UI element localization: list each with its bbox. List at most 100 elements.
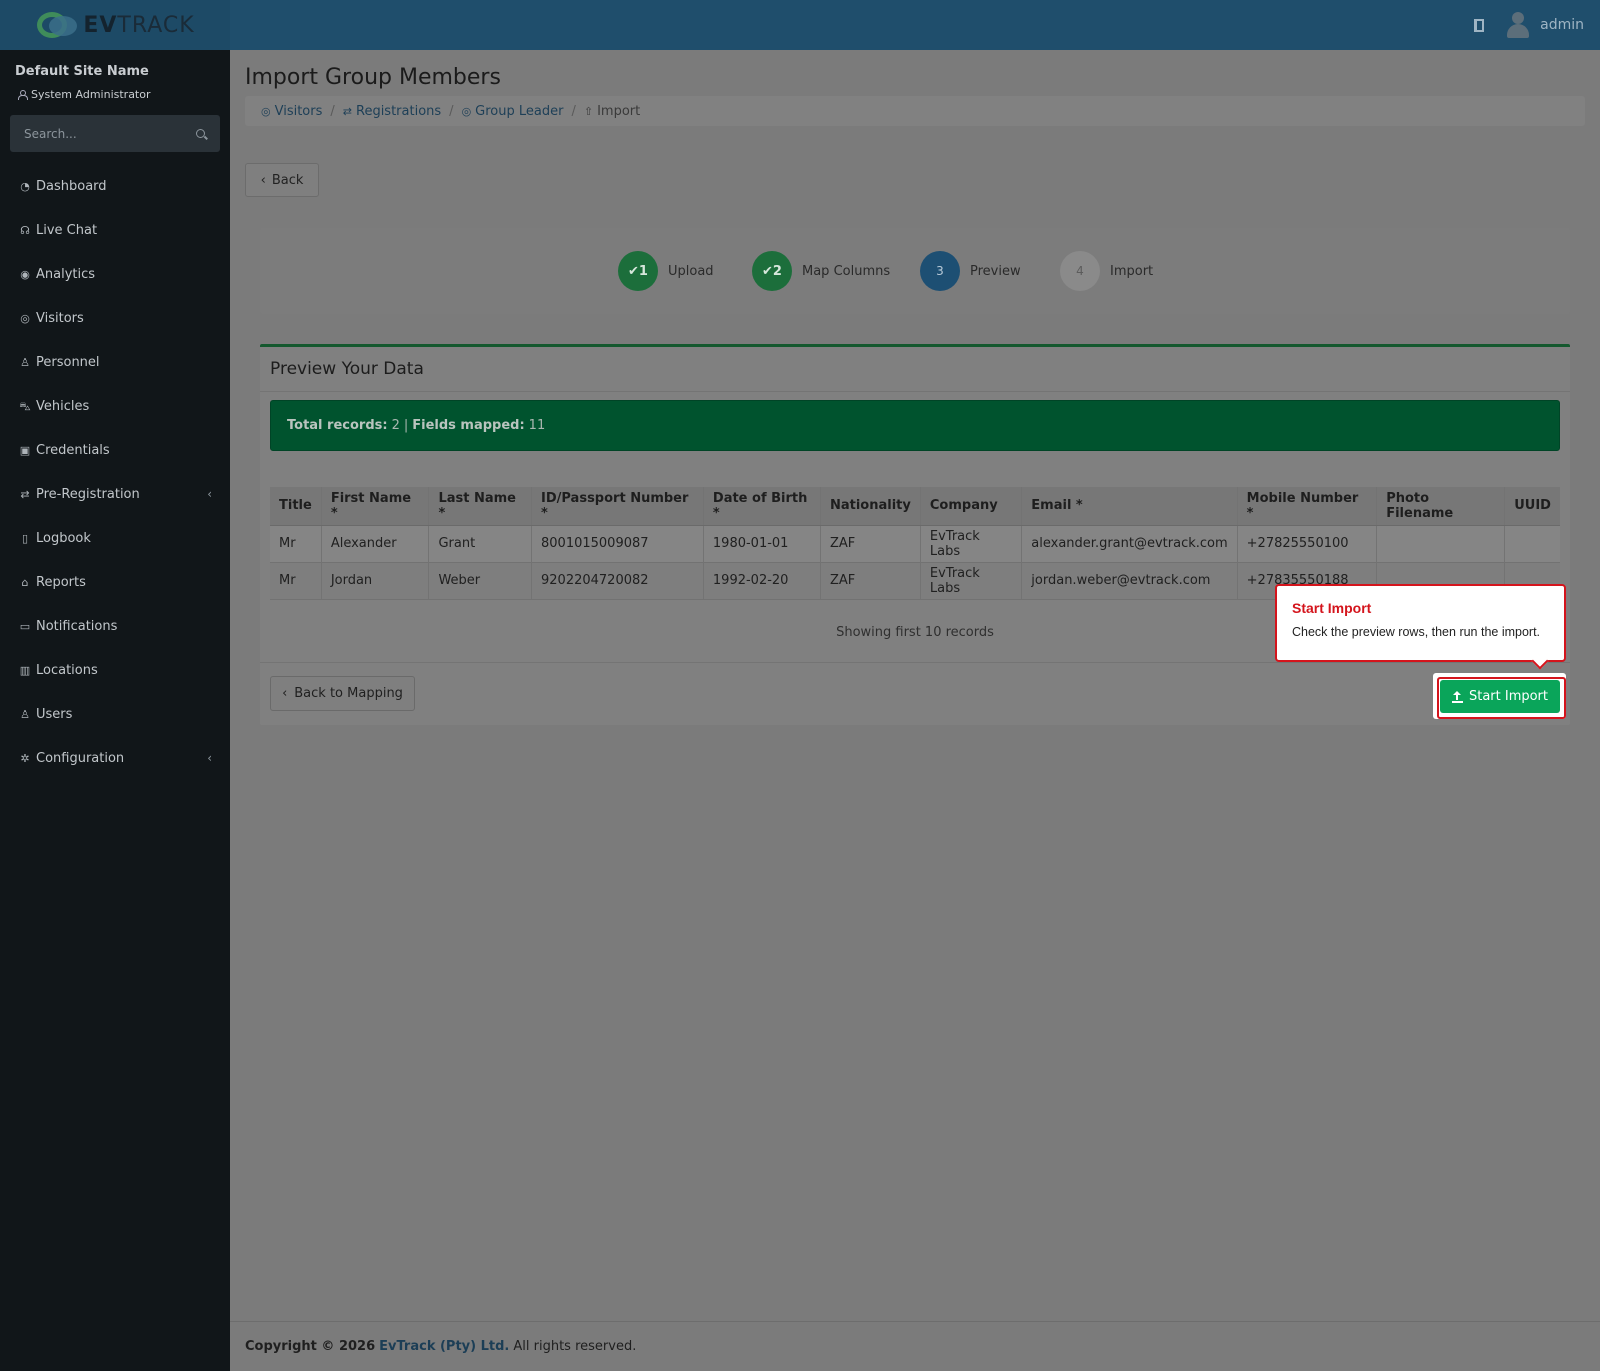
- rights-text: All rights reserved.: [513, 1339, 637, 1354]
- divider: [260, 662, 1570, 663]
- sidebar-item-locations[interactable]: ▥ Locations: [0, 648, 230, 692]
- headset-icon: ☊: [20, 223, 30, 237]
- wizard-step-upload: ✔ 1 Upload: [618, 250, 714, 292]
- sidebar-item-visitors[interactable]: ◎ Visitors: [0, 296, 230, 340]
- id-card-icon: ▣: [19, 443, 31, 457]
- site-name: Default Site Name: [15, 64, 149, 79]
- preview-table: Title First Name * Last Name * ID/Passpo…: [270, 487, 1560, 600]
- company-link[interactable]: EvTrack (Pty) Ltd.: [379, 1339, 509, 1354]
- chevron-left-icon: ‹: [207, 751, 212, 765]
- table-cell: 9202204720082: [531, 561, 704, 600]
- site-role: System Administrator: [18, 88, 151, 101]
- chevron-left-icon: ‹: [260, 172, 266, 188]
- column-header: UUID: [1504, 487, 1560, 526]
- wizard-step-preview: 3 Preview: [920, 250, 1021, 292]
- start-import-button[interactable]: Start Import: [1440, 680, 1560, 713]
- step-2-circle: ✔ 2: [752, 251, 792, 291]
- tooltip-title: Start Import: [1292, 600, 1372, 616]
- summary-alert: Total records: 2 | Fields mapped: 11: [270, 400, 1560, 451]
- column-header: ID/Passport Number *: [531, 487, 704, 526]
- column-header: Title: [270, 487, 322, 526]
- eye-icon: ◎: [261, 104, 271, 118]
- divider: [260, 391, 1570, 392]
- step-3-circle: 3: [920, 251, 960, 291]
- table-cell: EvTrack Labs: [919, 561, 1022, 600]
- sidebar-search: [10, 115, 220, 152]
- wizard-step-import: 4 Import: [1060, 250, 1153, 292]
- table-cell: jordan.weber@evtrack.com: [1021, 561, 1238, 600]
- table-cell: 1992-02-20: [702, 561, 821, 600]
- table-cell: Mr: [270, 524, 322, 562]
- copyright-text: Copyright © 2026: [245, 1339, 376, 1354]
- avatar: [1506, 12, 1530, 38]
- breadcrumb-registrations[interactable]: ⇄ Registrations: [343, 104, 441, 119]
- sidebar-item-pre-registration[interactable]: ⇄ Pre-Registration ‹: [0, 472, 230, 516]
- table-cell: alexander.grant@evtrack.com: [1021, 524, 1238, 562]
- comments-icon: ▭: [19, 619, 31, 633]
- table-cell: EvTrack Labs: [919, 524, 1022, 562]
- sidebar-item-vehicles[interactable]: ⛍ Vehicles: [0, 384, 230, 428]
- sidebar-item-logbook[interactable]: ▯ Logbook: [0, 516, 230, 560]
- breadcrumb-group-leader[interactable]: ◎ Group Leader: [462, 104, 564, 119]
- sidebar-item-analytics[interactable]: ◉ Analytics: [0, 252, 230, 296]
- table-cell: [1376, 524, 1505, 562]
- column-header: Company: [919, 487, 1022, 526]
- brand-logo[interactable]: EVTRACK: [0, 0, 230, 50]
- exchange-icon: ⇄: [20, 487, 30, 501]
- target-icon: ◉: [20, 267, 30, 281]
- back-to-mapping-button[interactable]: ‹ Back to Mapping: [270, 676, 415, 711]
- eye-icon: ◎: [20, 311, 30, 325]
- user-menu[interactable]: admin: [1506, 12, 1584, 38]
- table-cell: [1504, 524, 1560, 562]
- logo-text: EVTRACK: [83, 12, 195, 38]
- chevron-left-icon: ‹: [207, 487, 212, 501]
- preview-card: Preview Your Data Total records: 2 | Fie…: [260, 344, 1570, 725]
- sidebar-item-reports[interactable]: ⌂ Reports: [0, 560, 230, 604]
- main-content: Import Group Members ◎ Visitors / ⇄ Regist…: [230, 50, 1600, 1321]
- search-input[interactable]: [11, 116, 219, 151]
- breadcrumb-separator: /: [330, 103, 335, 119]
- table-cell: Mr: [270, 561, 322, 600]
- cog-icon: ✲: [20, 751, 30, 765]
- check-icon: ✔: [762, 263, 773, 279]
- sidebar-item-notifications[interactable]: ▭ Notifications: [0, 604, 230, 648]
- column-header: Date of Birth *: [702, 487, 821, 526]
- user-tie-icon: ♙: [20, 355, 30, 369]
- car-icon: ⛍: [19, 399, 31, 413]
- chart-icon: ⌂: [21, 575, 29, 589]
- breadcrumb: ◎ Visitors / ⇄ Registrations / ◎ Group Lead…: [245, 96, 1585, 126]
- back-button[interactable]: ‹ Back: [245, 163, 319, 197]
- sidebar-item-users[interactable]: ♙ Users: [0, 692, 230, 736]
- door-icon[interactable]: [1474, 18, 1485, 32]
- column-header: Photo Filename: [1376, 487, 1505, 526]
- chevron-left-icon: ‹: [282, 686, 288, 701]
- sidebar-nav: ◔ Dashboard ☊ Live Chat ◉ Analytics ◎ Visito…: [0, 164, 230, 780]
- table-cell: Jordan: [320, 561, 429, 600]
- table-cell: Grant: [428, 524, 532, 562]
- breadcrumb-import: ⇧ Import: [583, 103, 641, 119]
- sidebar-item-credentials[interactable]: ▣ Credentials: [0, 428, 230, 472]
- logo-mark-icon: [35, 10, 79, 40]
- sidebar-item-dashboard[interactable]: ◔ Dashboard: [0, 164, 230, 208]
- table-cell: Alexander: [320, 524, 429, 562]
- breadcrumb-separator: /: [571, 103, 576, 119]
- breadcrumb-visitors[interactable]: ◎ Visitors: [261, 104, 322, 119]
- column-header: Last Name *: [428, 487, 532, 526]
- dashboard-icon: ◔: [20, 179, 30, 193]
- table-cell: +27825550100: [1236, 524, 1377, 562]
- user-cog-icon: ♙: [20, 707, 30, 721]
- tooltip-body: Check the preview rows, then run the imp…: [1292, 625, 1541, 639]
- sidebar-item-live-chat[interactable]: ☊ Live Chat: [0, 208, 230, 252]
- table-cell: 8001015009087: [531, 524, 704, 562]
- book-icon: ▯: [21, 531, 29, 545]
- building-icon: ▥: [19, 663, 31, 677]
- eye-icon: ◎: [461, 104, 472, 118]
- table-cell: ZAF: [819, 524, 921, 562]
- top-navbar: EVTRACK admin: [0, 0, 1600, 50]
- sidebar-item-personnel[interactable]: ♙ Personnel: [0, 340, 230, 384]
- upload-icon: ⇧: [583, 104, 594, 118]
- sidebar-item-configuration[interactable]: ✲ Configuration ‹: [0, 736, 230, 780]
- wizard-step-map-columns: ✔ 2 Map Columns: [752, 250, 890, 292]
- search-icon[interactable]: [196, 129, 205, 138]
- breadcrumb-separator: /: [449, 103, 454, 119]
